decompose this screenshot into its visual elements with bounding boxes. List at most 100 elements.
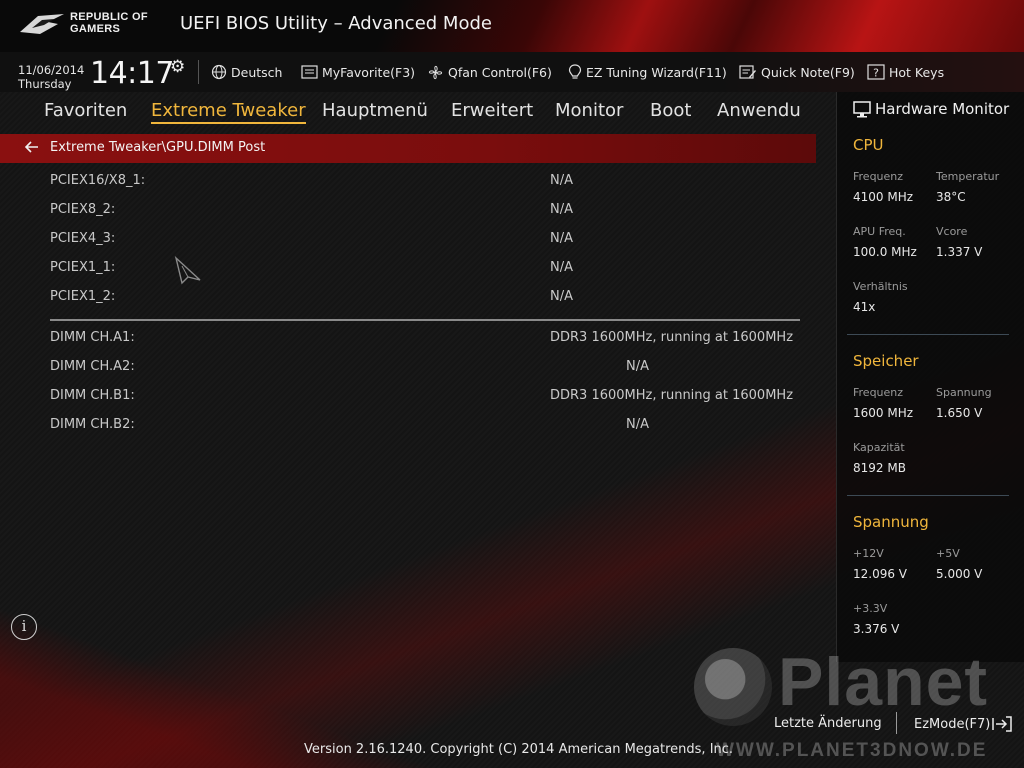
monitor-icon xyxy=(853,100,871,117)
pcie-row-pciex1-1[interactable]: PCIEX1_1: N/A xyxy=(50,257,800,279)
pcie-row-pciex16[interactable]: PCIEX16/X8_1: N/A xyxy=(50,170,800,192)
v5-label: +5V xyxy=(936,547,960,560)
language-label: Deutsch xyxy=(231,64,283,80)
fan-icon xyxy=(428,65,443,79)
dimm-row-a1[interactable]: DIMM CH.A1: DDR3 1600MHz, running at 160… xyxy=(50,327,800,349)
info-icon[interactable]: i xyxy=(11,614,37,640)
toolbar: 11/06/2014 Thursday 14:17 ⚙ Deutsch MyFa… xyxy=(0,52,1024,92)
dimm-value: N/A xyxy=(626,417,649,432)
rog-logo: REPUBLIC OF GAMERS xyxy=(18,8,168,40)
mouse-cursor-icon xyxy=(174,255,201,285)
last-change-button[interactable]: Letzte Änderung xyxy=(774,716,882,731)
note-icon xyxy=(739,64,756,79)
v33-label: +3.3V xyxy=(853,602,888,615)
tab-erweitert[interactable]: Erweitert xyxy=(451,100,533,121)
vcore-label: Vcore xyxy=(936,225,968,238)
tab-hauptmenue[interactable]: Hauptmenü xyxy=(322,100,428,121)
v12-label: +12V xyxy=(853,547,884,560)
dimm-label: DIMM CH.B1: xyxy=(50,388,135,403)
ez-mode-button[interactable]: EzMode(F7) xyxy=(914,716,1013,732)
cpu-temp-label: Temperatur xyxy=(936,170,1000,183)
dimm-row-b2[interactable]: DIMM CH.B2: N/A xyxy=(50,414,800,436)
tab-extreme-tweaker[interactable]: Extreme Tweaker xyxy=(151,100,306,124)
hardware-monitor-panel: Hardware Monitor CPU Frequenz 4100 MHz T… xyxy=(836,92,1024,662)
voltage-heading: Spannung xyxy=(853,513,929,531)
dimm-label: DIMM CH.B2: xyxy=(50,417,135,432)
dimm-value: DDR3 1600MHz, running at 1600MHz xyxy=(550,330,794,345)
main-tabs: Favoriten Extreme Tweaker Hauptmenü Erwe… xyxy=(0,92,836,130)
tab-monitor[interactable]: Monitor xyxy=(555,100,623,121)
quick-note-label: Quick Note(F9) xyxy=(761,64,855,80)
copyright-text: Version 2.16.1240. Copyright (C) 2014 Am… xyxy=(304,742,734,757)
v33-value: 3.376 V xyxy=(853,622,900,636)
pcie-value: N/A xyxy=(550,289,573,304)
pcie-row-pciex1-2[interactable]: PCIEX1_2: N/A xyxy=(50,286,800,308)
dimm-label: DIMM CH.A1: xyxy=(50,330,135,345)
clock-time[interactable]: 14:17 xyxy=(90,56,174,91)
hot-keys-label: Hot Keys xyxy=(889,64,945,80)
ez-tuning-label: EZ Tuning Wizard(F11) xyxy=(586,64,727,80)
title-bar: REPUBLIC OF GAMERS UEFI BIOS Utility – A… xyxy=(0,0,1024,52)
breadcrumb-path: Extreme Tweaker\GPU.DIMM Post xyxy=(50,140,266,155)
cpu-freq-label: Frequenz xyxy=(853,170,904,183)
ez-tuning-button[interactable]: EZ Tuning Wizard(F11) xyxy=(568,63,727,81)
v5-value: 5.000 V xyxy=(936,567,983,581)
v12-value: 12.096 V xyxy=(853,567,908,581)
toolbar-divider xyxy=(198,60,199,84)
pcie-label: PCIEX4_3: xyxy=(50,231,116,246)
memory-heading: Speicher xyxy=(853,352,919,370)
brand-line-2: GAMERS xyxy=(70,23,121,35)
mem-volt-value: 1.650 V xyxy=(936,406,983,420)
ratio-label: Verhältnis xyxy=(853,280,908,293)
cpu-freq-value: 4100 MHz xyxy=(853,190,914,204)
dimm-row-b1[interactable]: DIMM CH.B1: DDR3 1600MHz, running at 160… xyxy=(50,385,800,407)
watermark-url: WWW.PLANET3DNOW.DE xyxy=(716,740,988,761)
vcore-value: 1.337 V xyxy=(936,245,983,259)
pcie-value: N/A xyxy=(550,173,573,188)
svg-text:?: ? xyxy=(873,67,879,80)
favorite-list-icon xyxy=(301,65,318,79)
quick-note-button[interactable]: Quick Note(F9) xyxy=(739,63,855,81)
dimm-value: DDR3 1600MHz, running at 1600MHz xyxy=(550,388,794,403)
apu-freq-label: APU Freq. xyxy=(853,225,906,238)
ez-mode-label: EzMode(F7) xyxy=(914,716,991,732)
hw-separator xyxy=(847,495,1009,496)
globe-icon xyxy=(211,64,227,80)
pcie-row-pciex8[interactable]: PCIEX8_2: N/A xyxy=(50,199,800,221)
myfavorite-label: MyFavorite(F3) xyxy=(322,64,416,80)
pcie-label: PCIEX8_2: xyxy=(50,202,116,217)
hardware-monitor-title-text: Hardware Monitor xyxy=(875,100,1010,118)
pcie-value: N/A xyxy=(550,231,573,246)
hot-keys-button[interactable]: ? Hot Keys xyxy=(867,63,944,81)
watermark-logo xyxy=(694,648,772,726)
date-display: 11/06/2014 Thursday xyxy=(18,63,84,91)
tab-anwendung[interactable]: Anwendu xyxy=(717,100,801,121)
date-text: 11/06/2014 xyxy=(18,63,85,77)
watermark-brand: Planet xyxy=(778,644,989,720)
hardware-monitor-title: Hardware Monitor xyxy=(853,100,1009,118)
mem-freq-value: 1600 MHz xyxy=(853,406,914,420)
qfan-label: Qfan Control(F6) xyxy=(448,64,552,80)
brand-line-1: REPUBLIC OF xyxy=(70,11,148,23)
tab-boot[interactable]: Boot xyxy=(650,100,691,121)
pcie-label: PCIEX16/X8_1: xyxy=(50,173,146,188)
exit-arrow-icon xyxy=(992,716,1013,732)
dimm-row-a2[interactable]: DIMM CH.A2: N/A xyxy=(50,356,800,378)
back-arrow-icon[interactable] xyxy=(24,139,40,159)
section-divider xyxy=(50,319,800,321)
cpu-heading: CPU xyxy=(853,136,884,154)
footer-divider xyxy=(896,712,897,734)
hw-separator xyxy=(847,334,1009,335)
tab-favoriten[interactable]: Favoriten xyxy=(44,100,127,121)
mem-capacity-label: Kapazität xyxy=(853,441,905,454)
pcie-value: N/A xyxy=(550,202,573,217)
apu-freq-value: 100.0 MHz xyxy=(853,245,917,259)
language-button[interactable]: Deutsch xyxy=(211,63,282,81)
gear-icon[interactable]: ⚙ xyxy=(170,57,185,77)
qfan-control-button[interactable]: Qfan Control(F6) xyxy=(427,63,552,81)
dimm-value: N/A xyxy=(626,359,649,374)
myfavorite-button[interactable]: MyFavorite(F3) xyxy=(301,63,415,81)
pcie-row-pciex4[interactable]: PCIEX4_3: N/A xyxy=(50,228,800,250)
breadcrumb: Extreme Tweaker\GPU.DIMM Post xyxy=(0,134,816,163)
rog-eye-icon xyxy=(20,14,64,34)
